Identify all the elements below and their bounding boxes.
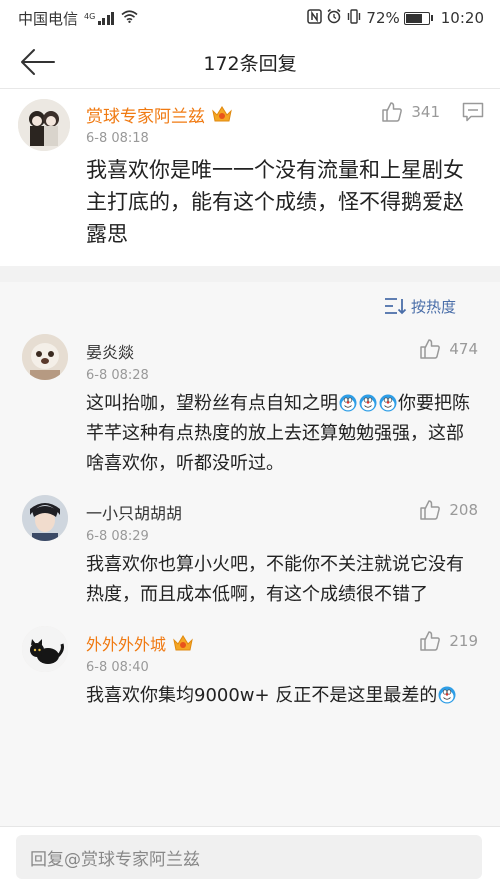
nav-bar: 172条回复: [0, 36, 500, 88]
like-count: 474: [449, 340, 478, 358]
replies-list: 按热度 474 晏炎燚 6-8 08:28 这叫抬咖，望粉丝有点自知之明 你要把陈…: [0, 282, 500, 833]
vip-crown-icon: [173, 635, 193, 651]
reply-item: 474 晏炎燚 6-8 08:28 这叫抬咖，望粉丝有点自知之明 你要把陈芊芊这种…: [0, 330, 500, 491]
page-title: 172条回复: [203, 52, 297, 75]
comment-text: 我喜欢你是唯一一个没有流量和上星剧女主打底的，能有这个成绩，怪不得鹅爱赵露思: [86, 158, 464, 246]
comment-text: 我喜欢你也算小火吧，不能你不关注就说它没有热度，而且成本低啊，有这个成绩很不错了: [86, 554, 464, 605]
vip-crown-icon: [212, 106, 232, 122]
thumbs-up-icon: [382, 102, 403, 122]
comment-icon[interactable]: [462, 102, 484, 122]
clock: 10:20: [440, 9, 484, 27]
reply-item: 219 外外外外城 6-8 08:40 我喜欢你集均9000w+ 反正不是这里最…: [0, 622, 500, 723]
comment-text-part: 我喜欢你集均9000w+ 反正不是这里最差的: [86, 685, 438, 706]
carrier-label: 中国电信: [18, 9, 79, 28]
doraemon-emoji-icon: [379, 392, 397, 412]
sort-by-hot-button[interactable]: 按热度: [383, 296, 456, 317]
signal-icon: 4G: [84, 11, 115, 25]
sort-icon: [384, 298, 407, 315]
doraemon-emoji-icon: [359, 392, 377, 412]
thumbs-up-icon: [420, 339, 441, 359]
doraemon-emoji-icon: [339, 392, 357, 412]
reply-input[interactable]: 回复@赏球专家阿兰兹: [16, 835, 482, 879]
main-comment: 341 赏球专家阿兰兹 6-8 08:18 我喜欢你是唯一一个没有流量和上星剧女…: [0, 88, 500, 266]
emoji-group: [338, 393, 398, 414]
status-bar: 中国电信 4G 72% 10:20: [0, 0, 500, 36]
reply-bar: 回复@赏球专家阿兰兹: [0, 826, 500, 888]
avatar[interactable]: [18, 99, 70, 151]
like-count: 208: [449, 501, 478, 519]
emoji-group: [437, 685, 457, 706]
comment-text: 这叫抬咖，望粉丝有点自知之明 你要把陈芊芊这种有点热度的放上去还算勉勉强强，这部啥…: [86, 389, 478, 479]
vibrate-icon: [346, 8, 362, 28]
sort-label: 按热度: [410, 297, 456, 316]
username[interactable]: 赏球专家阿兰兹: [86, 102, 205, 127]
comment-time: 6-8 08:18: [86, 131, 149, 146]
avatar[interactable]: [22, 334, 68, 380]
thumbs-up-icon: [420, 631, 441, 651]
thumbs-up-icon: [420, 500, 441, 520]
like-button[interactable]: 219: [419, 630, 478, 652]
nfc-icon: [307, 8, 323, 28]
alarm-icon: [326, 8, 342, 28]
network-type: 4G: [84, 11, 96, 21]
username[interactable]: 晏炎燚: [86, 339, 134, 363]
battery-icon: [403, 11, 433, 25]
section-divider: [0, 266, 500, 282]
like-button[interactable]: 208: [419, 499, 478, 521]
like-count: 341: [411, 103, 440, 121]
avatar[interactable]: [22, 495, 68, 541]
wifi-icon: [121, 9, 138, 27]
comment-text: 我喜欢你集均9000w+ 反正不是这里最差的: [86, 681, 478, 711]
avatar[interactable]: [22, 626, 68, 672]
reply-item: 208 一小只胡胡胡 6-8 08:29 我喜欢你也算小火吧，不能你不关注就说它…: [0, 491, 500, 622]
like-count: 219: [449, 632, 478, 650]
username[interactable]: 外外外外城: [86, 631, 166, 655]
like-button[interactable]: 341: [381, 101, 440, 123]
back-arrow-icon[interactable]: [18, 46, 58, 78]
comment-time: 6-8 08:28: [86, 368, 149, 383]
comment-time: 6-8 08:29: [86, 529, 149, 544]
comment-text-part: 这叫抬咖，望粉丝有点自知之明: [86, 393, 338, 414]
like-button[interactable]: 474: [419, 338, 478, 360]
comment-time: 6-8 08:40: [86, 660, 149, 675]
doraemon-emoji-icon: [438, 684, 456, 704]
username[interactable]: 一小只胡胡胡: [86, 500, 182, 524]
battery-percent: 72%: [366, 9, 400, 27]
